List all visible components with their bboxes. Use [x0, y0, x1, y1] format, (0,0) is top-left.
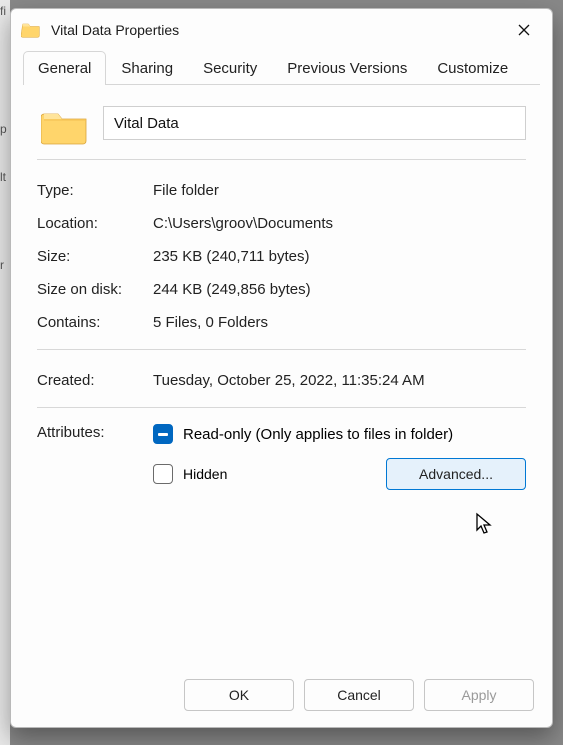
tab-content-general: Type: File folder Location: C:\Users\gro… [11, 86, 552, 667]
label-created: Created: [37, 372, 153, 389]
properties-dialog: Vital Data Properties General Sharing Se… [10, 8, 553, 728]
separator [37, 349, 526, 350]
cancel-button[interactable]: Cancel [304, 679, 414, 711]
folder-icon [37, 106, 89, 149]
label-size-on-disk: Size on disk: [37, 281, 153, 298]
value-contains: 5 Files, 0 Folders [153, 314, 526, 331]
advanced-button[interactable]: Advanced... [386, 458, 526, 490]
tab-security[interactable]: Security [188, 51, 272, 85]
tab-previous-versions[interactable]: Previous Versions [272, 51, 422, 85]
checkbox-readonly-label: Read-only (Only applies to files in fold… [183, 426, 453, 443]
separator [37, 159, 526, 160]
apply-button[interactable]: Apply [424, 679, 534, 711]
titlebar: Vital Data Properties [11, 9, 552, 51]
checkbox-hidden-label: Hidden [183, 466, 227, 482]
close-button[interactable] [502, 15, 546, 45]
dialog-button-bar: OK Cancel Apply [11, 667, 552, 727]
tab-sharing[interactable]: Sharing [106, 51, 188, 85]
label-location: Location: [37, 215, 153, 232]
label-contains: Contains: [37, 314, 153, 331]
folder-name-input[interactable] [103, 106, 526, 140]
value-type: File folder [153, 182, 526, 199]
value-size-on-disk: 244 KB (249,856 bytes) [153, 281, 526, 298]
checkbox-readonly[interactable] [153, 424, 173, 444]
value-location: C:\Users\groov\Documents [153, 215, 526, 232]
tab-strip: General Sharing Security Previous Versio… [11, 51, 552, 85]
window-title: Vital Data Properties [47, 22, 496, 38]
checkbox-hidden[interactable] [153, 464, 173, 484]
label-size: Size: [37, 248, 153, 265]
label-attributes: Attributes: [37, 422, 153, 441]
label-type: Type: [37, 182, 153, 199]
separator [37, 407, 526, 408]
folder-icon-small [21, 20, 41, 41]
value-created: Tuesday, October 25, 2022, 11:35:24 AM [153, 372, 526, 389]
ok-button[interactable]: OK [184, 679, 294, 711]
tab-customize[interactable]: Customize [422, 51, 523, 85]
tab-general[interactable]: General [23, 51, 106, 85]
parent-window-edge: fipltr [0, 0, 10, 745]
value-size: 235 KB (240,711 bytes) [153, 248, 526, 265]
